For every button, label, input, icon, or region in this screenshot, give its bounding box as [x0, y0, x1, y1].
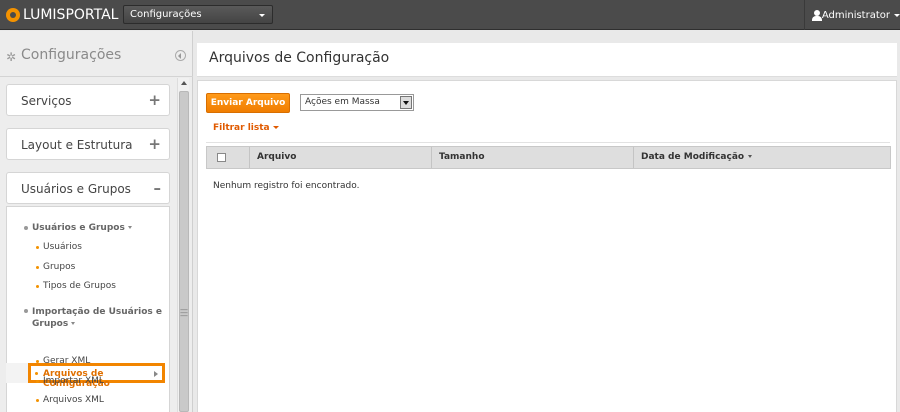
top-bar: LUMISPORTAL Configurações Administrator — [0, 0, 900, 30]
content-panel: Enviar Arquivo Ações em Massa Filtrar li… — [197, 80, 897, 412]
panel-servicos[interactable]: Serviços + — [6, 84, 170, 116]
bullet-icon — [36, 266, 39, 269]
tree-item-label: Usuários — [43, 242, 82, 252]
scroll-up-icon[interactable] — [181, 81, 187, 85]
user-icon — [812, 9, 822, 21]
tree-item-label: Tipos de Grupos — [43, 281, 116, 291]
column-header-tamanho[interactable]: Tamanho — [431, 147, 633, 168]
filter-list-link[interactable]: Filtrar lista — [213, 123, 279, 133]
bullet-icon — [36, 246, 39, 249]
bullet-icon — [24, 309, 28, 313]
scroll-thumb[interactable] — [179, 91, 189, 412]
tree-item-label: Grupos — [43, 262, 76, 272]
tree-item-usuarios[interactable]: Usuários — [36, 242, 82, 252]
context-select-value: Configurações — [130, 9, 202, 20]
bullet-icon — [36, 360, 39, 363]
column-label: Data de Modificação — [641, 152, 745, 162]
upload-file-button[interactable]: Enviar Arquivo — [206, 93, 290, 113]
tree-item-label: Gerar XML — [43, 356, 91, 366]
user-menu[interactable]: Administrator — [804, 0, 900, 30]
chevron-down-icon — [259, 14, 265, 17]
panel-label: Serviços — [21, 94, 72, 108]
panel-usuarios-grupos[interactable]: Usuários e Grupos – — [6, 172, 170, 204]
page-header: Arquivos de Configuração — [197, 43, 897, 77]
context-select[interactable]: Configurações — [123, 5, 273, 24]
column-label: Tamanho — [439, 152, 485, 162]
sidebar-title: Configurações — [21, 47, 122, 63]
lumisportal-logo[interactable]: LUMISPORTAL — [6, 7, 118, 23]
active-row-background — [6, 363, 28, 383]
tree-item-tipos-grupos[interactable]: Tipos de Grupos — [36, 281, 116, 291]
expand-icon[interactable]: + — [148, 135, 161, 153]
column-header-arquivo[interactable]: Arquivo — [249, 147, 431, 168]
tree-item-arquivos-xml[interactable]: Arquivos XML — [36, 395, 104, 405]
filter-label: Filtrar lista — [213, 123, 270, 133]
bullet-icon — [36, 285, 39, 288]
tree-item-label: Arquivos XML — [43, 395, 104, 405]
panel-label: Usuários e Grupos — [21, 182, 131, 196]
chevron-right-icon — [154, 371, 158, 377]
column-label: Arquivo — [257, 152, 297, 162]
logo-text: LUMISPORTAL — [23, 7, 119, 23]
tree-group-usuarios-grupos[interactable]: Usuários e Grupos — [24, 223, 132, 233]
dropdown-arrow-icon[interactable] — [400, 96, 412, 109]
tree-group-label-line1: Importação de Usuários e — [32, 307, 163, 317]
logo-circle-icon — [6, 8, 20, 22]
tree-group-label-line2: Grupos — [32, 319, 69, 329]
tree-item-gerar-xml[interactable]: Gerar XML — [36, 356, 91, 366]
empty-message: Nenhum registro foi encontrado. — [213, 181, 360, 191]
bullet-icon — [36, 380, 39, 383]
settings-icon: ✲ — [6, 50, 17, 64]
sidebar: ✲ Configurações Serviços + Layout e Estr… — [0, 31, 193, 412]
table-header: Arquivo Tamanho Data de Modificação — [206, 146, 891, 169]
tree-group-label: Usuários e Grupos — [32, 223, 125, 233]
panel-label: Layout e Estrutura — [21, 138, 133, 152]
expand-icon[interactable]: + — [148, 91, 161, 109]
divider — [206, 142, 890, 143]
sort-down-icon — [748, 155, 753, 158]
select-all-checkbox[interactable] — [217, 153, 226, 162]
tree-item-label: Importar XML — [43, 376, 104, 386]
chevron-down-icon — [894, 13, 900, 17]
tree-group-importacao[interactable]: Importação de Usuários e Grupos — [24, 306, 163, 330]
chevron-down-icon — [127, 226, 132, 229]
column-header-data[interactable]: Data de Modificação — [633, 147, 890, 168]
bullet-icon — [24, 226, 28, 230]
user-name: Administrator — [821, 9, 890, 21]
sidebar-scrollbar[interactable] — [177, 78, 189, 412]
bulk-actions-value: Ações em Massa — [305, 97, 380, 107]
chevron-down-icon — [71, 322, 76, 325]
sidebar-header: ✲ Configurações — [0, 31, 193, 77]
bullet-icon — [35, 372, 38, 375]
bullet-icon — [36, 399, 39, 402]
bulk-actions-select[interactable]: Ações em Massa — [300, 94, 414, 111]
page-title: Arquivos de Configuração — [209, 50, 390, 66]
tree-item-importar-xml[interactable]: Importar XML — [36, 376, 104, 386]
collapse-icon[interactable]: – — [154, 179, 162, 197]
tree-item-grupos[interactable]: Grupos — [36, 262, 76, 272]
resize-grip-icon[interactable]: — — — — [180, 306, 188, 320]
collapse-sidebar-icon[interactable] — [175, 50, 186, 61]
panel-layout-estrutura[interactable]: Layout e Estrutura + — [6, 128, 170, 160]
main-area: Arquivos de Configuração Enviar Arquivo … — [194, 31, 900, 412]
chevron-down-icon — [272, 126, 279, 129]
